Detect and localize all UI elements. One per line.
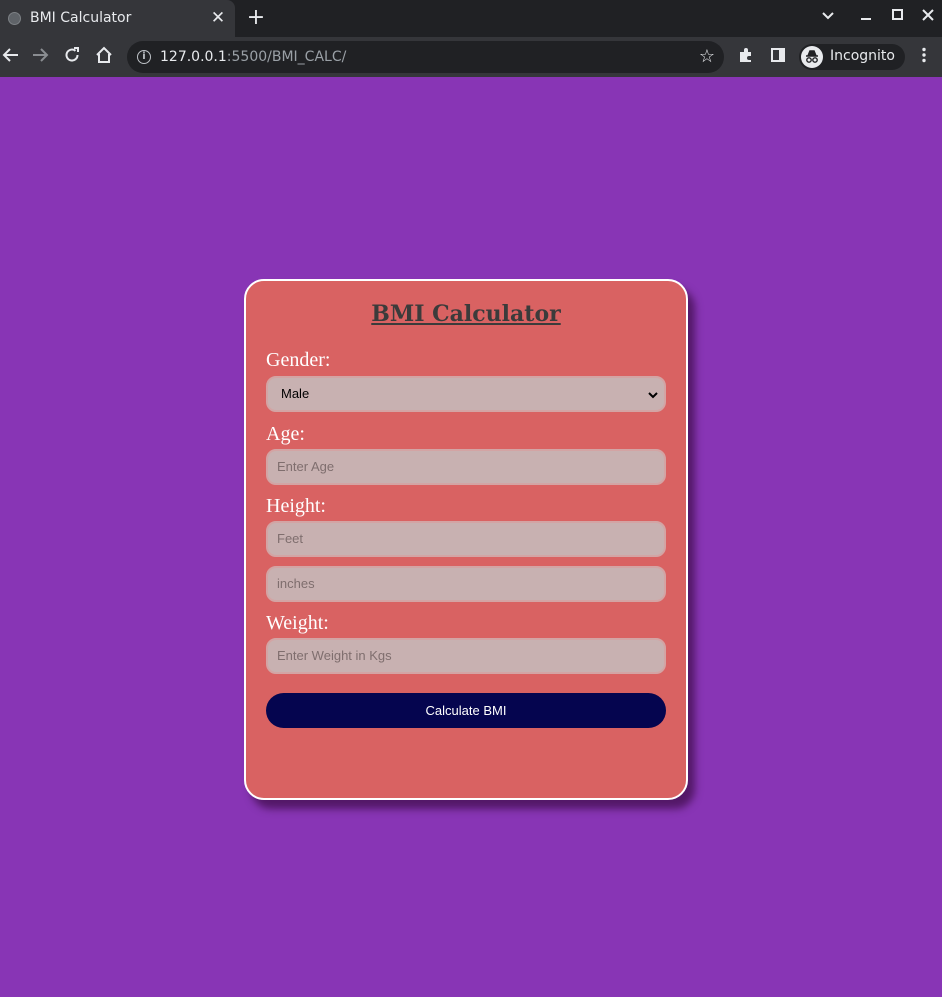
incognito-indicator[interactable]: Incognito [799, 44, 905, 70]
gender-select[interactable]: Male [266, 376, 666, 412]
chevron-down-icon [646, 387, 660, 401]
url-text: 127.0.0.1:5500/BMI_CALC/ [160, 49, 346, 65]
weight-placeholder: Enter Weight in Kgs [277, 648, 392, 663]
globe-icon [8, 12, 21, 25]
tab-search-chevron-icon[interactable] [818, 8, 838, 28]
back-icon[interactable] [0, 46, 22, 68]
forward-icon[interactable] [29, 46, 51, 68]
extensions-icon[interactable] [735, 46, 757, 68]
reload-icon[interactable] [61, 46, 83, 68]
height-label: Height: [266, 495, 326, 517]
age-label: Age: [266, 423, 305, 445]
minimize-icon[interactable] [856, 8, 876, 28]
inches-placeholder: inches [277, 576, 315, 591]
weight-input[interactable]: Enter Weight in Kgs [266, 638, 666, 674]
incognito-label: Incognito [830, 48, 895, 64]
feet-placeholder: Feet [277, 531, 304, 546]
browser-toolbar: i 127.0.0.1:5500/BMI_CALC/ ☆ Incognito [0, 37, 942, 77]
bookmark-star-icon[interactable]: ☆ [699, 46, 715, 67]
address-bar[interactable]: i 127.0.0.1:5500/BMI_CALC/ ☆ [127, 41, 724, 73]
gender-selected-value: Male [281, 386, 310, 401]
new-tab-button[interactable]: + [246, 7, 266, 29]
close-window-icon[interactable] [918, 8, 938, 28]
incognito-icon [801, 46, 823, 68]
bmi-calculator-card: BMI Calculator Gender: Male Age: Enter A… [244, 279, 688, 800]
site-info-icon[interactable]: i [137, 50, 151, 64]
age-placeholder: Enter Age [277, 459, 335, 474]
menu-kebab-icon[interactable] [913, 46, 935, 68]
tab-title: BMI Calculator [30, 10, 132, 26]
close-tab-icon[interactable]: ✕ [209, 9, 227, 27]
home-icon[interactable] [93, 46, 115, 68]
gender-label: Gender: [266, 349, 331, 371]
url-path: :5500/BMI_CALC/ [226, 49, 347, 65]
inches-input[interactable]: inches [266, 566, 666, 602]
maximize-icon[interactable] [888, 8, 908, 28]
tab-bmi-calculator[interactable]: BMI Calculator ✕ [0, 0, 235, 37]
calculate-bmi-button[interactable]: Calculate BMI [266, 693, 666, 728]
weight-label: Weight: [266, 612, 329, 634]
browser-tab-bar: BMI Calculator ✕ + [0, 0, 942, 37]
age-input[interactable]: Enter Age [266, 449, 666, 485]
side-panel-icon[interactable] [767, 46, 789, 68]
feet-input[interactable]: Feet [266, 521, 666, 557]
url-host: 127.0.0.1 [160, 49, 227, 65]
page-title: BMI Calculator [371, 301, 561, 327]
